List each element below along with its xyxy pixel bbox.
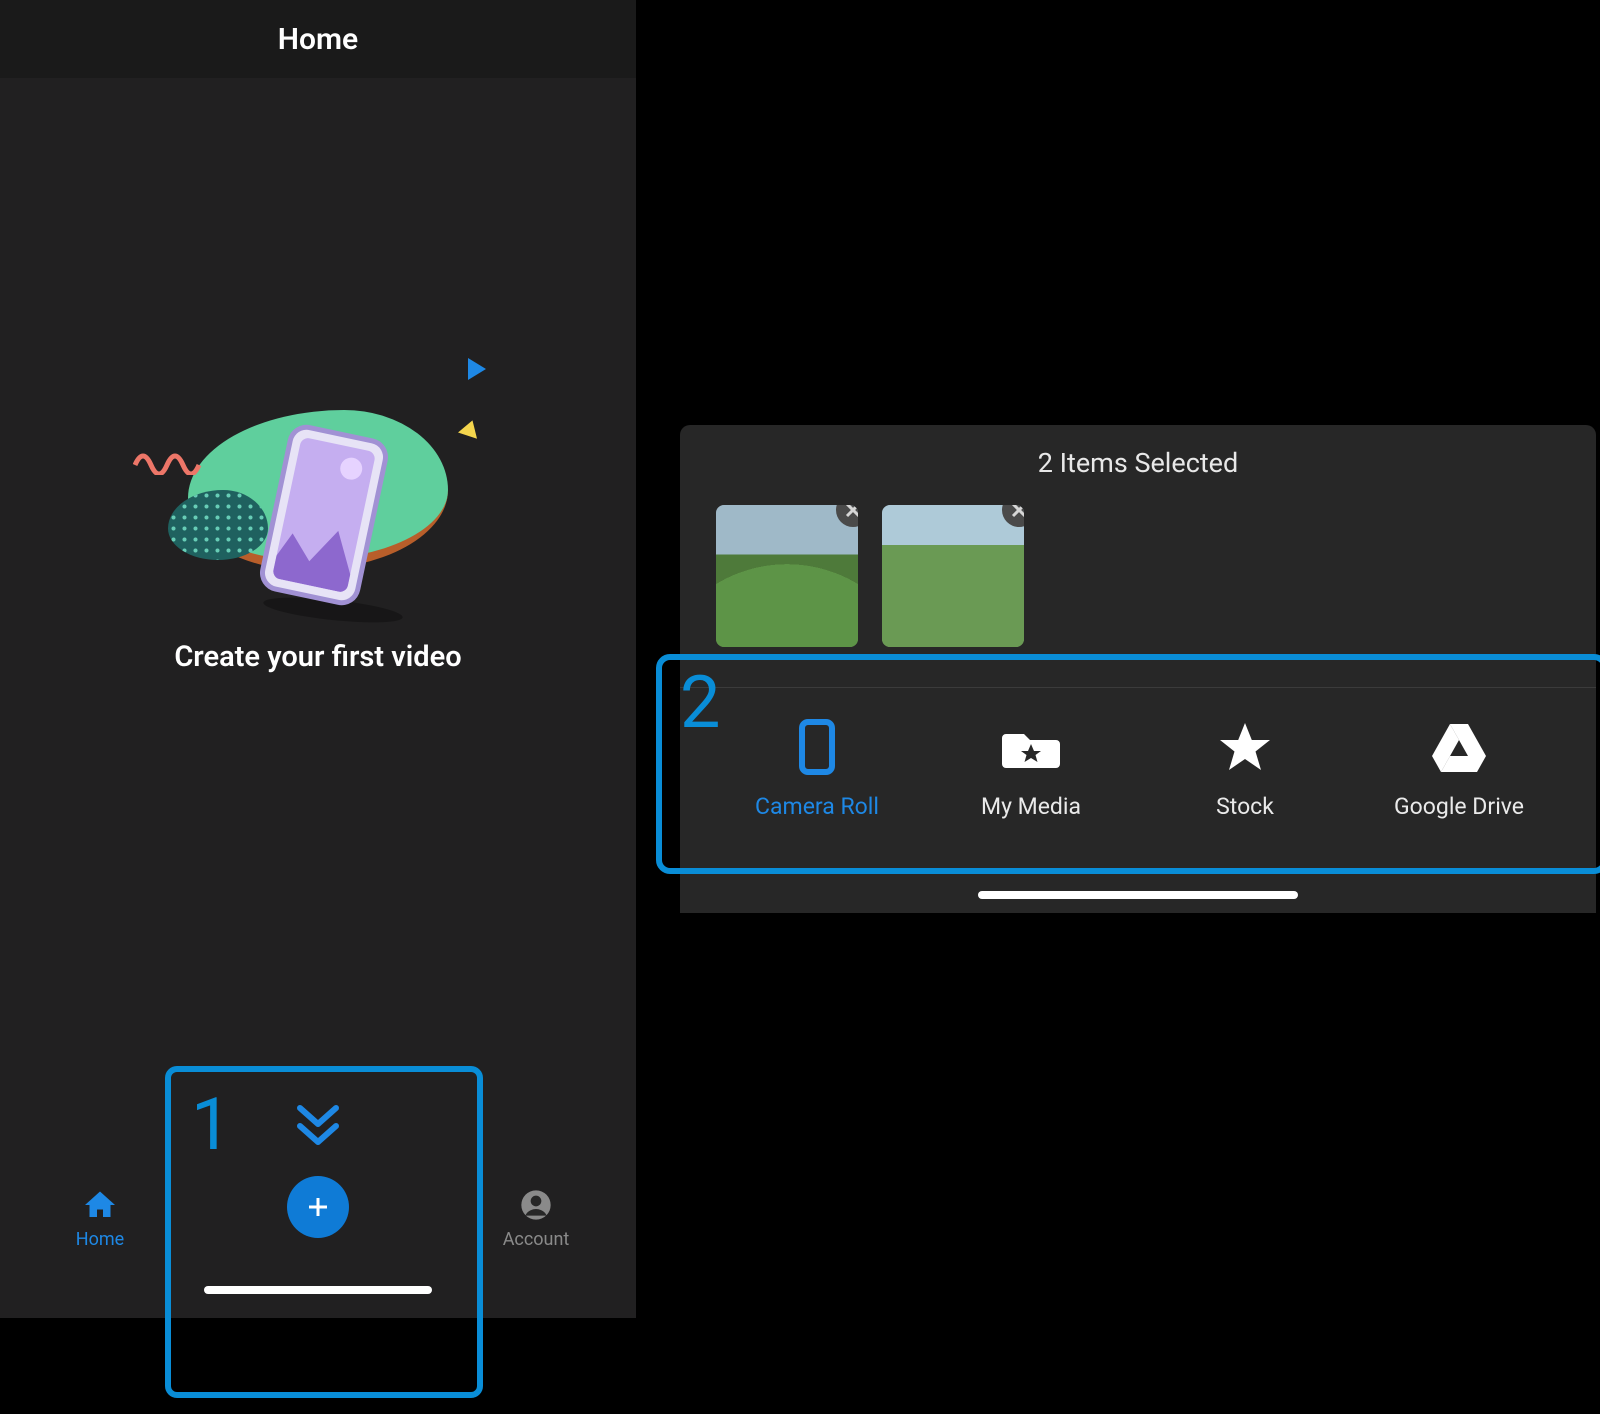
- tab-stock[interactable]: Stock: [1145, 715, 1345, 820]
- tab-camera-roll[interactable]: Camera Roll: [717, 715, 917, 820]
- empty-state: Create your first video: [168, 380, 468, 674]
- media-source-tabs: Camera Roll My Media Stock: [680, 715, 1596, 820]
- empty-state-text: Create your first video: [174, 640, 461, 674]
- tab-label: Google Drive: [1394, 793, 1524, 820]
- close-icon: [845, 505, 858, 518]
- header: Home: [0, 0, 636, 78]
- tab-label: My Media: [981, 793, 1081, 820]
- nav-home-label: Home: [76, 1229, 124, 1250]
- page-title: Home: [278, 22, 358, 57]
- tab-google-drive[interactable]: Google Drive: [1359, 715, 1559, 820]
- tab-label: Camera Roll: [755, 793, 879, 820]
- home-indicator: [978, 891, 1298, 899]
- hint-chevrons-icon: [290, 1114, 346, 1150]
- nav-home[interactable]: Home: [40, 1187, 160, 1250]
- account-icon: [518, 1187, 554, 1223]
- sheet-title: 2 Items Selected: [680, 425, 1596, 479]
- selected-thumb-1[interactable]: [716, 505, 858, 647]
- home-screen: Home Create your first video Home: [0, 0, 636, 1318]
- divider: [680, 687, 1596, 688]
- selected-thumb-2[interactable]: [882, 505, 1024, 647]
- home-indicator: [204, 1286, 432, 1294]
- close-icon: [1011, 505, 1024, 518]
- selected-items-row: [716, 505, 1024, 647]
- media-picker-sheet: 2 Items Selected Camera Roll: [680, 425, 1596, 913]
- phone-icon: [799, 715, 835, 779]
- tab-label: Stock: [1216, 793, 1274, 820]
- empty-illustration: [168, 380, 468, 610]
- star-icon: [1218, 715, 1272, 779]
- home-icon: [82, 1187, 118, 1223]
- nav-account-label: Account: [503, 1229, 570, 1250]
- bottom-nav: Home Account: [0, 1165, 636, 1250]
- nav-account[interactable]: Account: [476, 1187, 596, 1250]
- drive-icon: [1430, 715, 1488, 779]
- folder-star-icon: [1002, 715, 1060, 779]
- tab-my-media[interactable]: My Media: [931, 715, 1131, 820]
